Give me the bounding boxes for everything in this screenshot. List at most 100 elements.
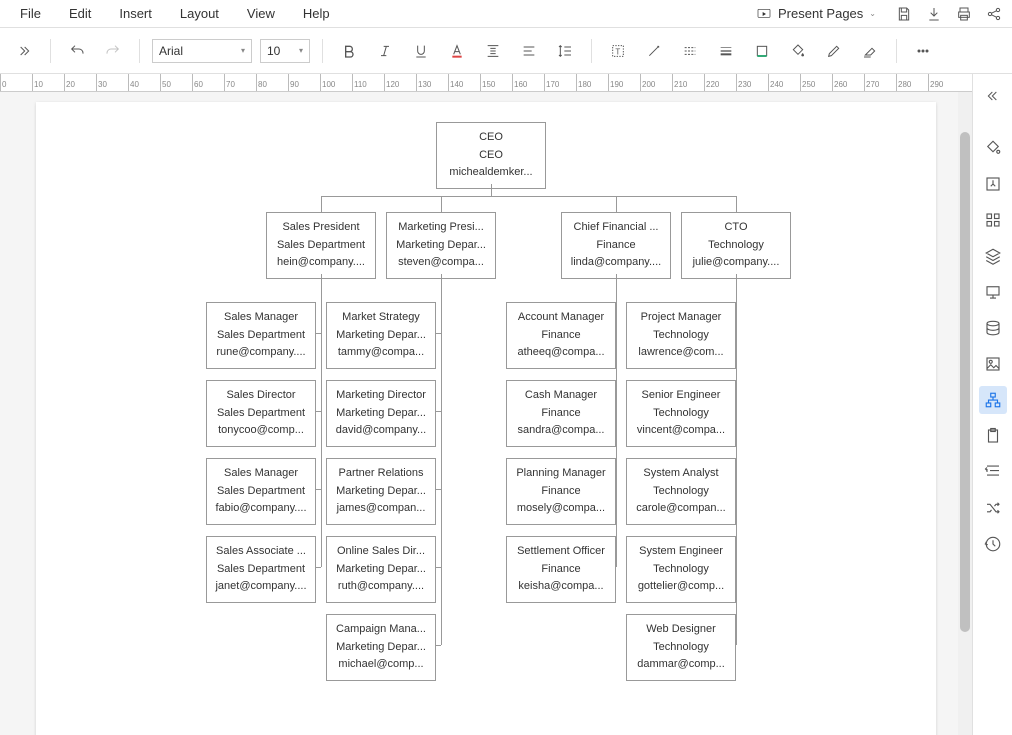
node-l2-0[interactable]: Sales PresidentSales Departmenthein@comp… (266, 212, 376, 279)
collapse-panel-icon[interactable] (979, 82, 1007, 110)
node-tech-1-email: vincent@compa... (631, 422, 731, 440)
node-sales-1[interactable]: Sales DirectorSales Departmenttonycoo@co… (206, 380, 316, 447)
node-tech-3-title: System Engineer (631, 543, 731, 561)
node-tech-4[interactable]: Web DesignerTechnologydammar@comp... (626, 614, 736, 681)
node-finance-2[interactable]: Planning ManagerFinancemosely@compa... (506, 458, 616, 525)
expand-icon[interactable] (10, 37, 38, 65)
ruler-tick: 70 (224, 74, 256, 92)
ruler-tick: 60 (192, 74, 224, 92)
node-finance-0-email: atheeq@compa... (511, 344, 611, 362)
share-icon[interactable] (984, 4, 1004, 24)
node-tech-0-email: lawrence@com... (631, 344, 731, 362)
history-panel-icon[interactable] (979, 530, 1007, 558)
node-tech-2[interactable]: System AnalystTechnologycarole@compan... (626, 458, 736, 525)
italic-icon[interactable] (371, 37, 399, 65)
align-horizontal-icon[interactable] (515, 37, 543, 65)
line-spacing-icon[interactable] (551, 37, 579, 65)
download-icon[interactable] (924, 4, 944, 24)
node-marketing-2[interactable]: Partner RelationsMarketing Depar...james… (326, 458, 436, 525)
grid-panel-icon[interactable] (979, 206, 1007, 234)
node-tech-3[interactable]: System EngineerTechnologygottelier@comp.… (626, 536, 736, 603)
node-l2-1-title: Marketing Presi... (391, 219, 491, 237)
main-area: 0102030405060708090100110120130140150160… (0, 74, 1012, 735)
node-l2-0-dept: Sales Department (271, 237, 371, 255)
more-icon[interactable] (909, 37, 937, 65)
node-sales-3[interactable]: Sales Associate ...Sales Departmentjanet… (206, 536, 316, 603)
line-style-icon[interactable] (676, 37, 704, 65)
node-sales-0-title: Sales Manager (211, 309, 311, 327)
menu-help[interactable]: Help (291, 2, 342, 25)
eraser-icon[interactable] (856, 37, 884, 65)
node-finance-3[interactable]: Settlement OfficerFinancekeisha@compa... (506, 536, 616, 603)
ruler-tick: 80 (256, 74, 288, 92)
save-icon[interactable] (894, 4, 914, 24)
export-panel-icon[interactable] (979, 170, 1007, 198)
node-l2-1[interactable]: Marketing Presi...Marketing Depar...stev… (386, 212, 496, 279)
pen-icon[interactable] (820, 37, 848, 65)
ruler-tick: 90 (288, 74, 320, 92)
node-finance-0[interactable]: Account ManagerFinanceatheeq@compa... (506, 302, 616, 369)
connector-icon[interactable] (640, 37, 668, 65)
clipboard-panel-icon[interactable] (979, 422, 1007, 450)
node-l2-3[interactable]: CTOTechnologyjulie@company.... (681, 212, 791, 279)
undo-icon[interactable] (63, 37, 91, 65)
node-marketing-1[interactable]: Marketing DirectorMarketing Depar...davi… (326, 380, 436, 447)
underline-icon[interactable] (407, 37, 435, 65)
node-marketing-0-email: tammy@compa... (331, 344, 431, 362)
node-ceo[interactable]: CEOCEOmichealdemker... (436, 122, 546, 189)
font-color-icon[interactable] (443, 37, 471, 65)
menu-view[interactable]: View (235, 2, 287, 25)
node-l2-0-title: Sales President (271, 219, 371, 237)
ruler-tick: 210 (672, 74, 704, 92)
fill-panel-icon[interactable] (979, 134, 1007, 162)
presentation-panel-icon[interactable] (979, 278, 1007, 306)
node-tech-4-dept: Technology (631, 639, 731, 657)
node-tech-1[interactable]: Senior EngineerTechnologyvincent@compa..… (626, 380, 736, 447)
node-sales-0-email: rune@company.... (211, 344, 311, 362)
node-l2-3-email: julie@company.... (686, 254, 786, 272)
menu-left: File Edit Insert Layout View Help (8, 2, 342, 25)
node-marketing-4-dept: Marketing Depar... (331, 639, 431, 657)
orgchart-panel-icon[interactable] (979, 386, 1007, 414)
font-select[interactable]: Arial ▾ (152, 39, 252, 63)
line-weight-icon[interactable] (712, 37, 740, 65)
page[interactable]: CEOCEOmichealdemker...Sales PresidentSal… (36, 102, 936, 735)
menu-layout[interactable]: Layout (168, 2, 231, 25)
menu-edit[interactable]: Edit (57, 2, 103, 25)
node-finance-1[interactable]: Cash ManagerFinancesandra@compa... (506, 380, 616, 447)
node-sales-2[interactable]: Sales ManagerSales Departmentfabio@compa… (206, 458, 316, 525)
canvas-wrap: 0102030405060708090100110120130140150160… (0, 74, 972, 735)
present-pages-button[interactable]: Present Pages ⌄ (748, 2, 884, 26)
font-size-select[interactable]: 10 ▾ (260, 39, 310, 63)
image-panel-icon[interactable] (979, 350, 1007, 378)
line-color-icon[interactable] (748, 37, 776, 65)
redo-icon[interactable] (99, 37, 127, 65)
layers-panel-icon[interactable] (979, 242, 1007, 270)
shuffle-panel-icon[interactable] (979, 494, 1007, 522)
node-marketing-4[interactable]: Campaign Mana...Marketing Depar...michae… (326, 614, 436, 681)
bold-icon[interactable] (335, 37, 363, 65)
node-l2-2[interactable]: Chief Financial ...Financelinda@company.… (561, 212, 671, 279)
align-vertical-icon[interactable] (479, 37, 507, 65)
fill-color-icon[interactable] (784, 37, 812, 65)
node-marketing-0-title: Market Strategy (331, 309, 431, 327)
node-sales-0[interactable]: Sales ManagerSales Departmentrune@compan… (206, 302, 316, 369)
present-label: Present Pages (778, 6, 863, 21)
text-box-icon[interactable]: T (604, 37, 632, 65)
node-finance-1-title: Cash Manager (511, 387, 611, 405)
node-marketing-1-title: Marketing Director (331, 387, 431, 405)
ruler-tick: 190 (608, 74, 640, 92)
node-marketing-3[interactable]: Online Sales Dir...Marketing Depar...rut… (326, 536, 436, 603)
data-panel-icon[interactable] (979, 314, 1007, 342)
node-marketing-0[interactable]: Market StrategyMarketing Depar...tammy@c… (326, 302, 436, 369)
node-tech-1-title: Senior Engineer (631, 387, 731, 405)
ruler-tick: 120 (384, 74, 416, 92)
menu-insert[interactable]: Insert (107, 2, 164, 25)
node-l2-0-email: hein@company.... (271, 254, 371, 272)
menu-file[interactable]: File (8, 2, 53, 25)
align-panel-icon[interactable] (979, 458, 1007, 486)
menu-right: Present Pages ⌄ (748, 2, 1004, 26)
canvas-scroll[interactable]: CEOCEOmichealdemker...Sales PresidentSal… (0, 92, 972, 735)
print-icon[interactable] (954, 4, 974, 24)
node-tech-0[interactable]: Project ManagerTechnologylawrence@com... (626, 302, 736, 369)
